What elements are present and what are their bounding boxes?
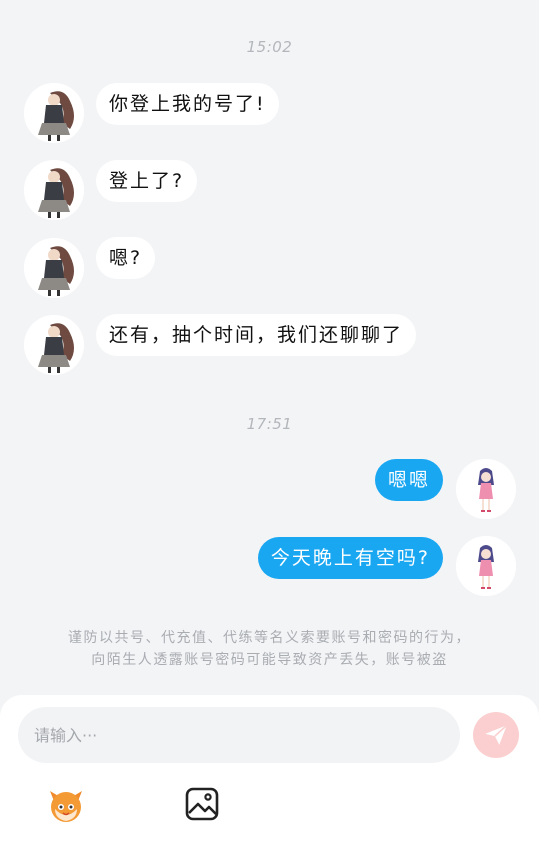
my-avatar[interactable] bbox=[456, 459, 516, 519]
image-picker-button[interactable] bbox=[183, 785, 223, 825]
girl-avatar-icon bbox=[24, 238, 84, 298]
anime-girl-avatar-icon bbox=[456, 536, 516, 596]
message-bubble-outgoing[interactable]: 今天晚上有空吗? bbox=[257, 537, 443, 579]
security-notice: 谨防以共号、代充值、代练等名义索要账号和密码的行为， 向陌生人透露账号密码可能导… bbox=[0, 627, 539, 671]
emoji-button[interactable] bbox=[46, 785, 86, 825]
mascot-emoji-icon bbox=[50, 791, 82, 822]
contact-avatar[interactable] bbox=[24, 315, 84, 375]
send-button[interactable] bbox=[473, 712, 519, 758]
message-bubble-incoming[interactable]: 还有，抽个时间，我们还聊聊了 bbox=[96, 314, 417, 356]
security-notice-line: 谨防以共号、代充值、代练等名义索要账号和密码的行为， bbox=[68, 630, 471, 646]
chat-area: 15:02 你登上我的号了! 登上了? 嗯? 还有，抽个时间，我们还聊聊了 17… bbox=[0, 0, 539, 695]
image-picker-icon bbox=[185, 787, 219, 821]
contact-avatar[interactable] bbox=[24, 83, 84, 143]
message-bubble-incoming[interactable]: 登上了? bbox=[96, 160, 198, 202]
girl-avatar-icon bbox=[24, 83, 84, 143]
girl-avatar-icon bbox=[24, 160, 84, 220]
paper-plane-icon bbox=[485, 724, 508, 745]
contact-avatar[interactable] bbox=[24, 238, 84, 298]
composer-panel bbox=[0, 695, 539, 848]
my-avatar[interactable] bbox=[456, 536, 516, 596]
message-bubble-incoming[interactable]: 嗯? bbox=[96, 237, 156, 279]
message-bubble-outgoing[interactable]: 嗯嗯 bbox=[374, 459, 443, 501]
message-bubble-incoming[interactable]: 你登上我的号了! bbox=[96, 83, 279, 125]
timestamp: 15:02 bbox=[246, 38, 293, 56]
contact-avatar[interactable] bbox=[24, 160, 84, 220]
message-input[interactable] bbox=[18, 707, 460, 763]
security-notice-line: 向陌生人透露账号密码可能导致资产丢失，账号被盗 bbox=[91, 652, 448, 668]
girl-avatar-icon bbox=[24, 315, 84, 375]
timestamp: 17:51 bbox=[246, 415, 293, 433]
anime-girl-avatar-icon bbox=[456, 459, 516, 519]
